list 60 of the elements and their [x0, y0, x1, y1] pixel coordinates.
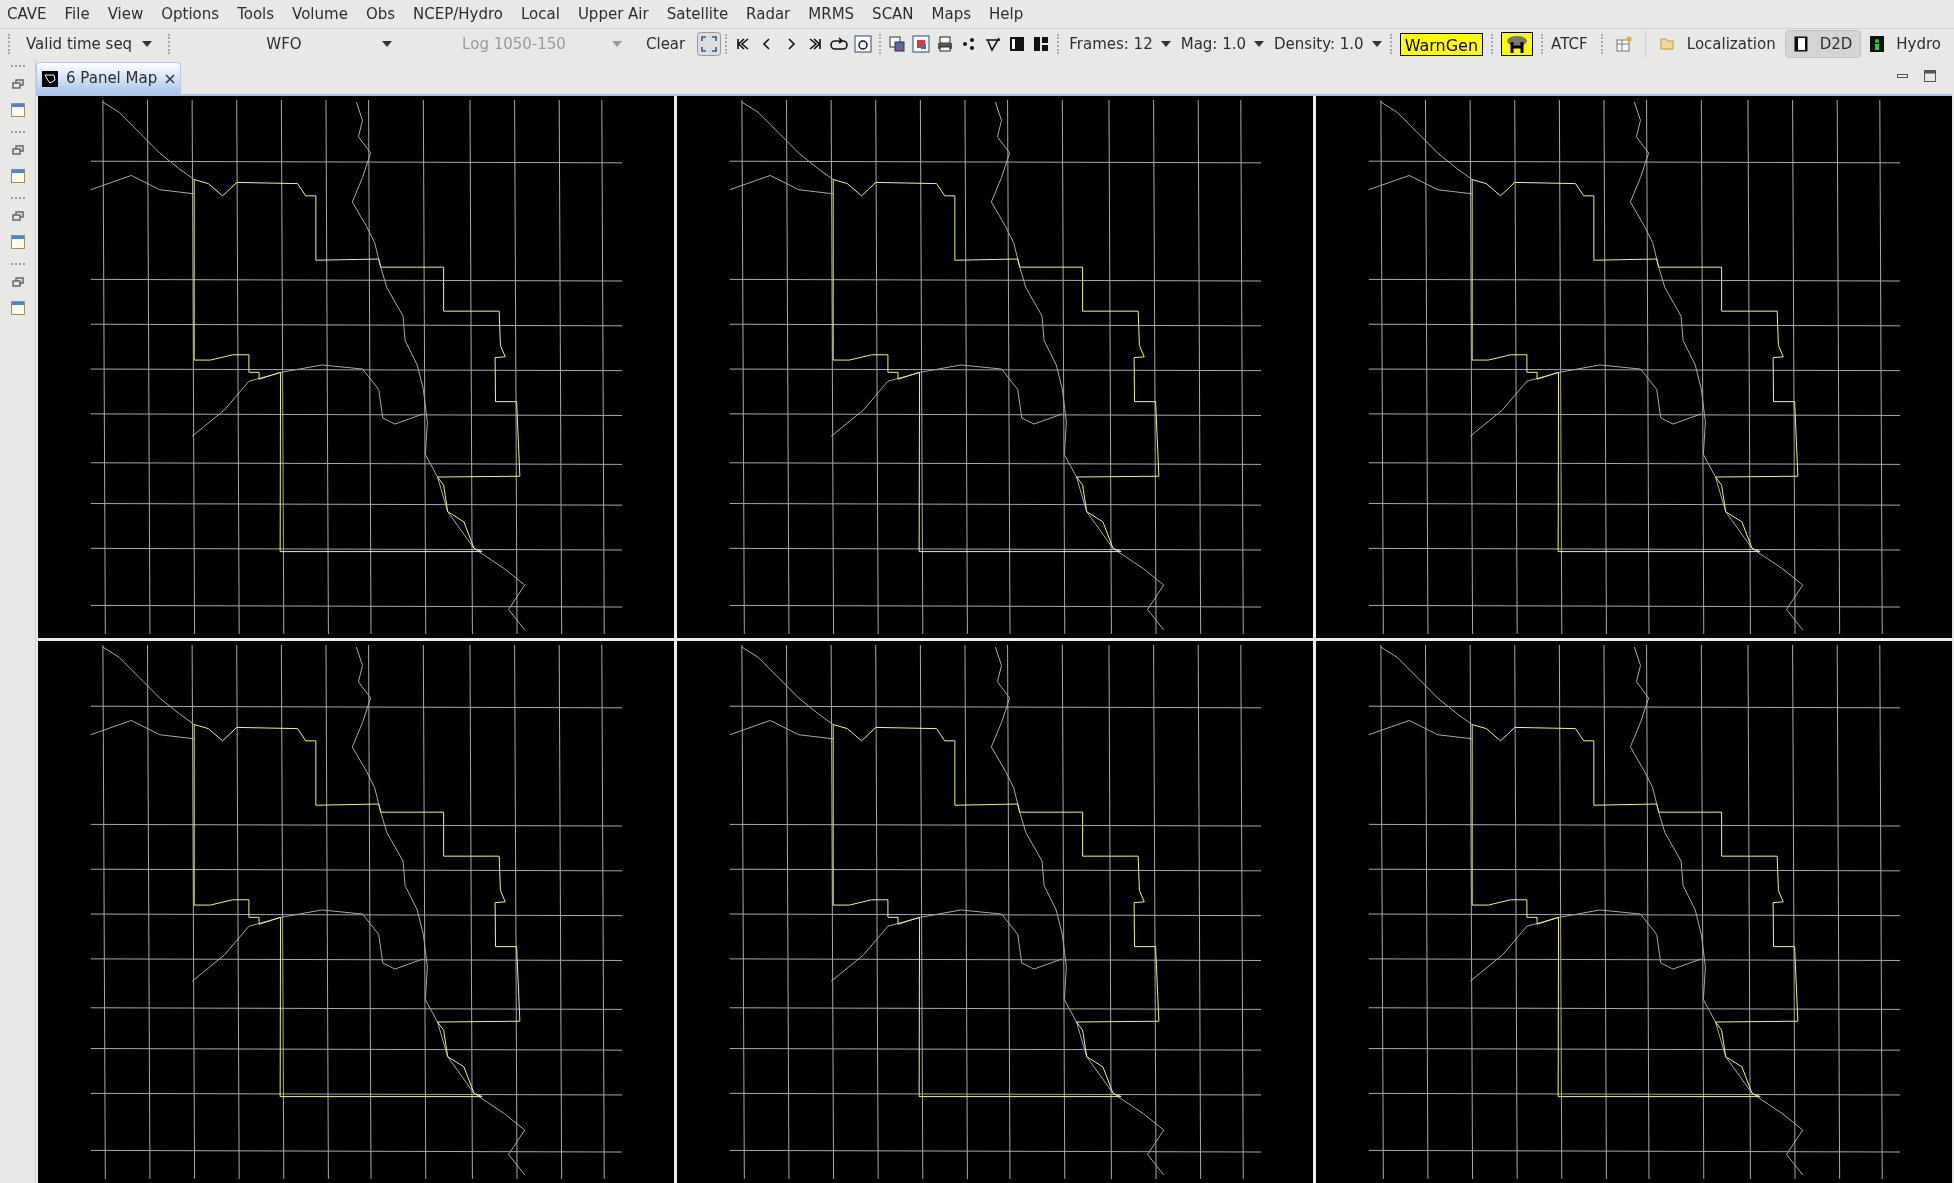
image-icon[interactable]	[912, 35, 931, 53]
clear-button[interactable]: Clear	[634, 32, 698, 56]
caret-icon	[382, 41, 392, 47]
folder-icon	[1658, 36, 1675, 52]
atcf-button[interactable]: ATCF	[1547, 32, 1592, 56]
menu-item[interactable]: Satellite	[657, 2, 738, 26]
menu-item[interactable]: CAVE	[4, 2, 56, 26]
open-perspective-icon[interactable]	[1614, 35, 1633, 53]
editor-tab[interactable]: 6 Panel Map	[36, 62, 182, 94]
person-icon	[1870, 36, 1885, 52]
restore-icon[interactable]	[11, 211, 24, 221]
map-icon	[42, 70, 58, 87]
perspective-button[interactable]: D2D	[1784, 30, 1862, 58]
menu-item[interactable]: Volume	[283, 2, 357, 26]
window-icon[interactable]	[10, 103, 25, 117]
window-icon[interactable]	[10, 235, 25, 249]
window-icon[interactable]	[10, 301, 25, 315]
menu-item[interactable]: Help	[980, 2, 1033, 26]
menu-item[interactable]: NCEP/Hydro	[404, 2, 512, 26]
perspective-button[interactable]: Hydro	[1861, 30, 1950, 58]
checkmark-icon[interactable]	[984, 35, 1003, 53]
toolbar-selector[interactable]: WFO	[174, 32, 404, 56]
setting-dropdown[interactable]: Frames: 12	[1063, 32, 1175, 56]
film-icon	[1793, 36, 1808, 52]
cloud-icon[interactable]	[1501, 32, 1534, 56]
restore-icon[interactable]	[11, 277, 24, 287]
caret-icon	[612, 41, 622, 47]
window-icon[interactable]	[10, 169, 25, 183]
menu-item[interactable]: Upper Air	[568, 2, 658, 26]
minimize-icon[interactable]	[1897, 73, 1908, 79]
print-icon[interactable]	[936, 35, 955, 53]
perspective-button[interactable]: Localization	[1649, 30, 1785, 58]
loop-icon[interactable]	[830, 35, 849, 53]
menu-item[interactable]: Options	[152, 2, 229, 26]
menu-item[interactable]: Obs	[356, 2, 405, 26]
toolbar-selector[interactable]: Valid time seq	[14, 32, 164, 56]
menu-item[interactable]: SCAN	[863, 2, 923, 26]
refresh-icon[interactable]	[854, 35, 873, 53]
menu-item[interactable]: Local	[512, 2, 569, 26]
menu-item[interactable]: Maps	[922, 2, 981, 26]
caret-icon	[1371, 41, 1382, 47]
menu-item[interactable]: File	[55, 2, 99, 26]
panel-layout-icon[interactable]	[1008, 35, 1027, 53]
layers-icon[interactable]	[888, 35, 907, 53]
menu-item[interactable]: MRMS	[799, 2, 864, 26]
caret-icon	[142, 41, 152, 47]
fullscreen-icon[interactable]	[697, 32, 722, 56]
menu-item[interactable]: Radar	[737, 2, 800, 26]
menu-item[interactable]: View	[98, 2, 153, 26]
caret-icon	[1160, 41, 1171, 47]
maximize-icon[interactable]	[1924, 70, 1936, 82]
warngen-button[interactable]: WarnGen	[1399, 32, 1484, 56]
grid-layout-icon[interactable]	[1032, 35, 1051, 53]
caret-icon	[1254, 41, 1265, 47]
setting-dropdown[interactable]: Density: 1.0	[1268, 32, 1386, 56]
restore-icon[interactable]	[11, 79, 24, 89]
menu-item[interactable]: Tools	[228, 2, 284, 26]
setting-dropdown[interactable]: Mag: 1.0	[1174, 32, 1269, 56]
restore-icon[interactable]	[11, 145, 24, 155]
close-icon[interactable]	[165, 73, 176, 84]
